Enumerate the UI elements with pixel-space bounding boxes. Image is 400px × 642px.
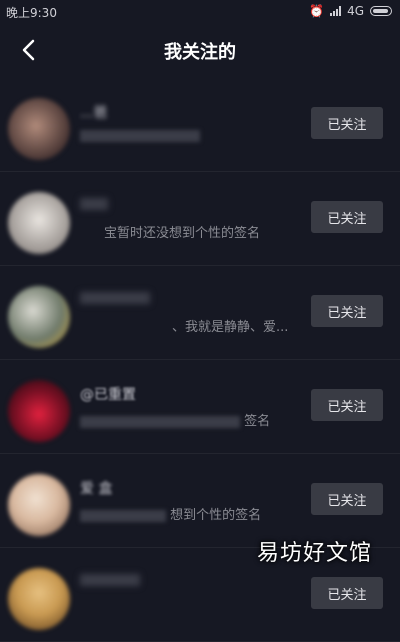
followed-button[interactable]: 已关注: [311, 201, 383, 233]
signature-tail: 签名: [244, 414, 271, 429]
avatar[interactable]: [8, 568, 70, 630]
user-name: ...爸: [80, 105, 108, 121]
list-item[interactable]: @已重置 签名 已关注: [0, 360, 400, 454]
user-signature: [80, 128, 200, 143]
user-name: [80, 572, 140, 588]
user-signature: 宝暂时还没想到个性的签名: [104, 226, 261, 241]
list-item[interactable]: 宝暂时还没想到个性的签名 已关注: [0, 172, 400, 266]
status-bar: 晚上9:30 ⏰ 4G: [0, 0, 400, 24]
user-name: [80, 290, 150, 306]
page-title: 我关注的: [164, 42, 236, 63]
avatar[interactable]: [8, 286, 70, 348]
followed-button[interactable]: 已关注: [311, 577, 383, 609]
signature-tail: 想到个性的签名: [170, 508, 262, 523]
signal-icon: [330, 6, 342, 16]
user-name: 爱 盒: [80, 481, 113, 497]
list-item[interactable]: 爱 盒 想到个性的签名 已关注: [0, 454, 400, 548]
watermark-text: 易坊好文馆: [256, 541, 372, 566]
list-item[interactable]: 、我就是静静、爱... 已关注: [0, 266, 400, 360]
followed-button[interactable]: 已关注: [311, 107, 383, 139]
followed-button[interactable]: 已关注: [311, 483, 383, 515]
followed-button[interactable]: 已关注: [311, 295, 383, 327]
status-time: 晚上9:30: [6, 6, 57, 20]
user-signature: 签名: [80, 410, 270, 429]
alarm-icon: ⏰: [309, 4, 325, 18]
followed-button[interactable]: 已关注: [311, 389, 383, 421]
avatar[interactable]: [8, 98, 70, 160]
user-name: @已重置: [80, 387, 136, 403]
status-icons: ⏰ 4G: [309, 4, 392, 18]
user-signature: 、我就是静静、爱...: [172, 320, 289, 335]
avatar[interactable]: [8, 192, 70, 254]
battery-icon: [370, 6, 392, 16]
avatar[interactable]: [8, 380, 70, 442]
avatar[interactable]: [8, 474, 70, 536]
header: 我关注的: [0, 24, 400, 76]
list-item[interactable]: ...爸 已关注: [0, 78, 400, 172]
network-type: 4G: [347, 4, 364, 18]
user-name: [80, 196, 108, 212]
user-signature: 想到个性的签名: [80, 504, 261, 523]
